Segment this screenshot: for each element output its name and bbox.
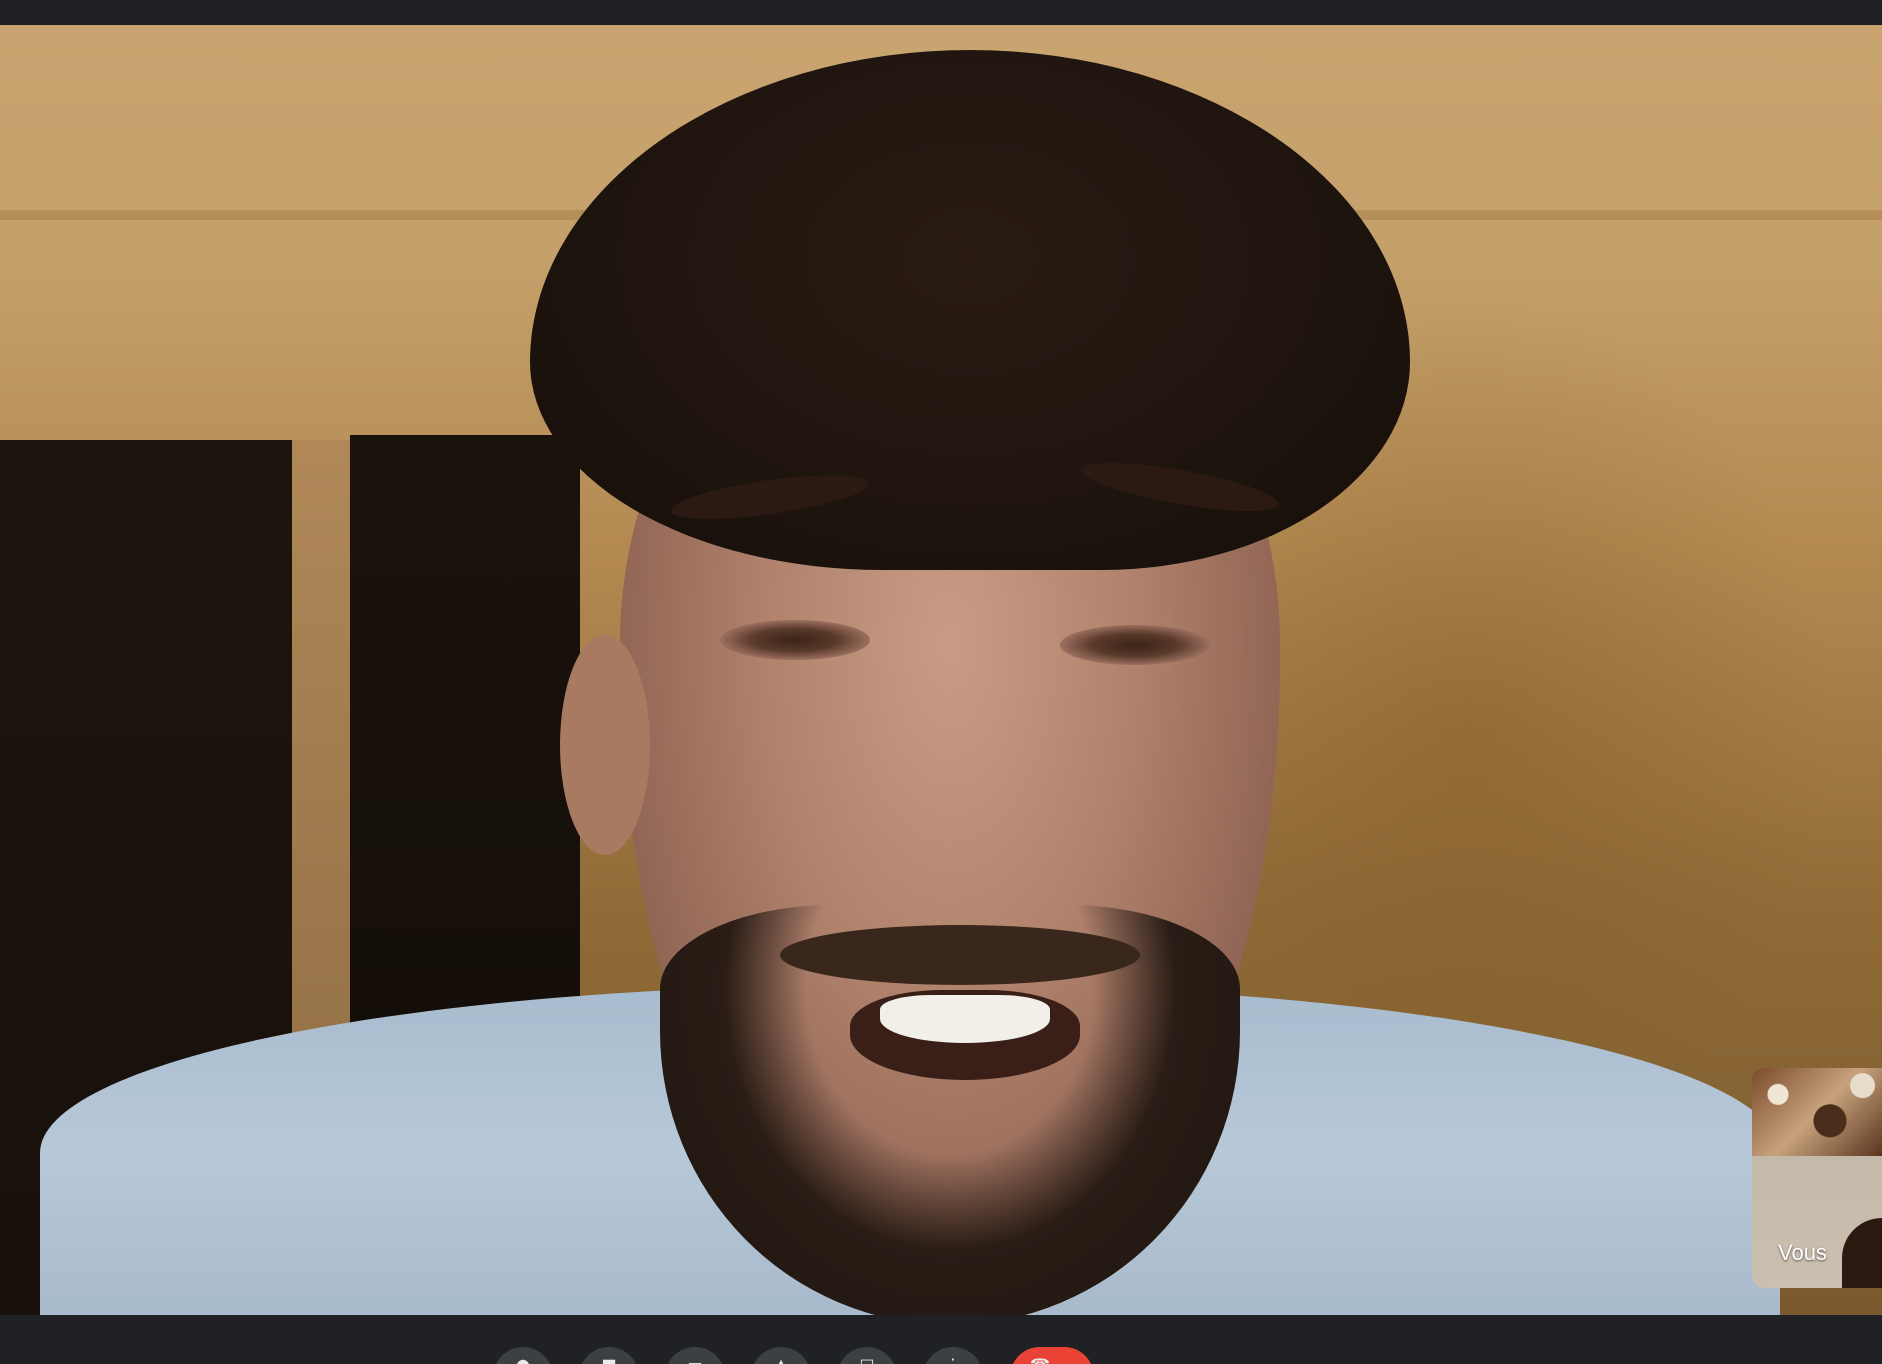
participant-mustache [780, 925, 1140, 985]
more-options-button[interactable]: ⋮ [923, 1347, 983, 1364]
microphone-icon: ● [493, 1355, 553, 1364]
participant-ear [560, 635, 650, 855]
camera-icon: ■ [579, 1355, 639, 1364]
raise-hand-icon: ▲ [751, 1355, 811, 1364]
self-view-participant [1842, 1218, 1882, 1288]
present-screen-button[interactable]: □ [837, 1347, 897, 1364]
video-call-window: Vous ● ■ ▭ ▲ □ ⋮ ☎ [0, 0, 1882, 1364]
call-control-bar: ● ■ ▭ ▲ □ ⋮ ☎ [0, 1315, 1882, 1364]
camera-button[interactable]: ■ [579, 1347, 639, 1364]
raise-hand-button[interactable]: ▲ [751, 1347, 811, 1364]
present-screen-icon: □ [837, 1355, 897, 1364]
end-call-button[interactable]: ☎ [1010, 1347, 1094, 1364]
participant-eye [1060, 625, 1210, 665]
end-call-icon: ☎ [1010, 1355, 1070, 1364]
top-bar [0, 0, 1882, 25]
self-view-tile[interactable]: Vous [1752, 1068, 1882, 1288]
remote-participant-video[interactable] [0, 25, 1882, 1315]
captions-icon: ▭ [665, 1355, 725, 1364]
participant-hair [530, 50, 1410, 570]
captions-button[interactable]: ▭ [665, 1347, 725, 1364]
video-background-door [350, 435, 580, 1075]
self-view-background [1752, 1068, 1882, 1156]
participant-eye [720, 620, 870, 660]
self-view-label: Vous [1778, 1240, 1827, 1265]
participant-teeth [880, 995, 1050, 1043]
more-options-icon: ⋮ [923, 1355, 983, 1364]
microphone-button[interactable]: ● [493, 1347, 553, 1364]
